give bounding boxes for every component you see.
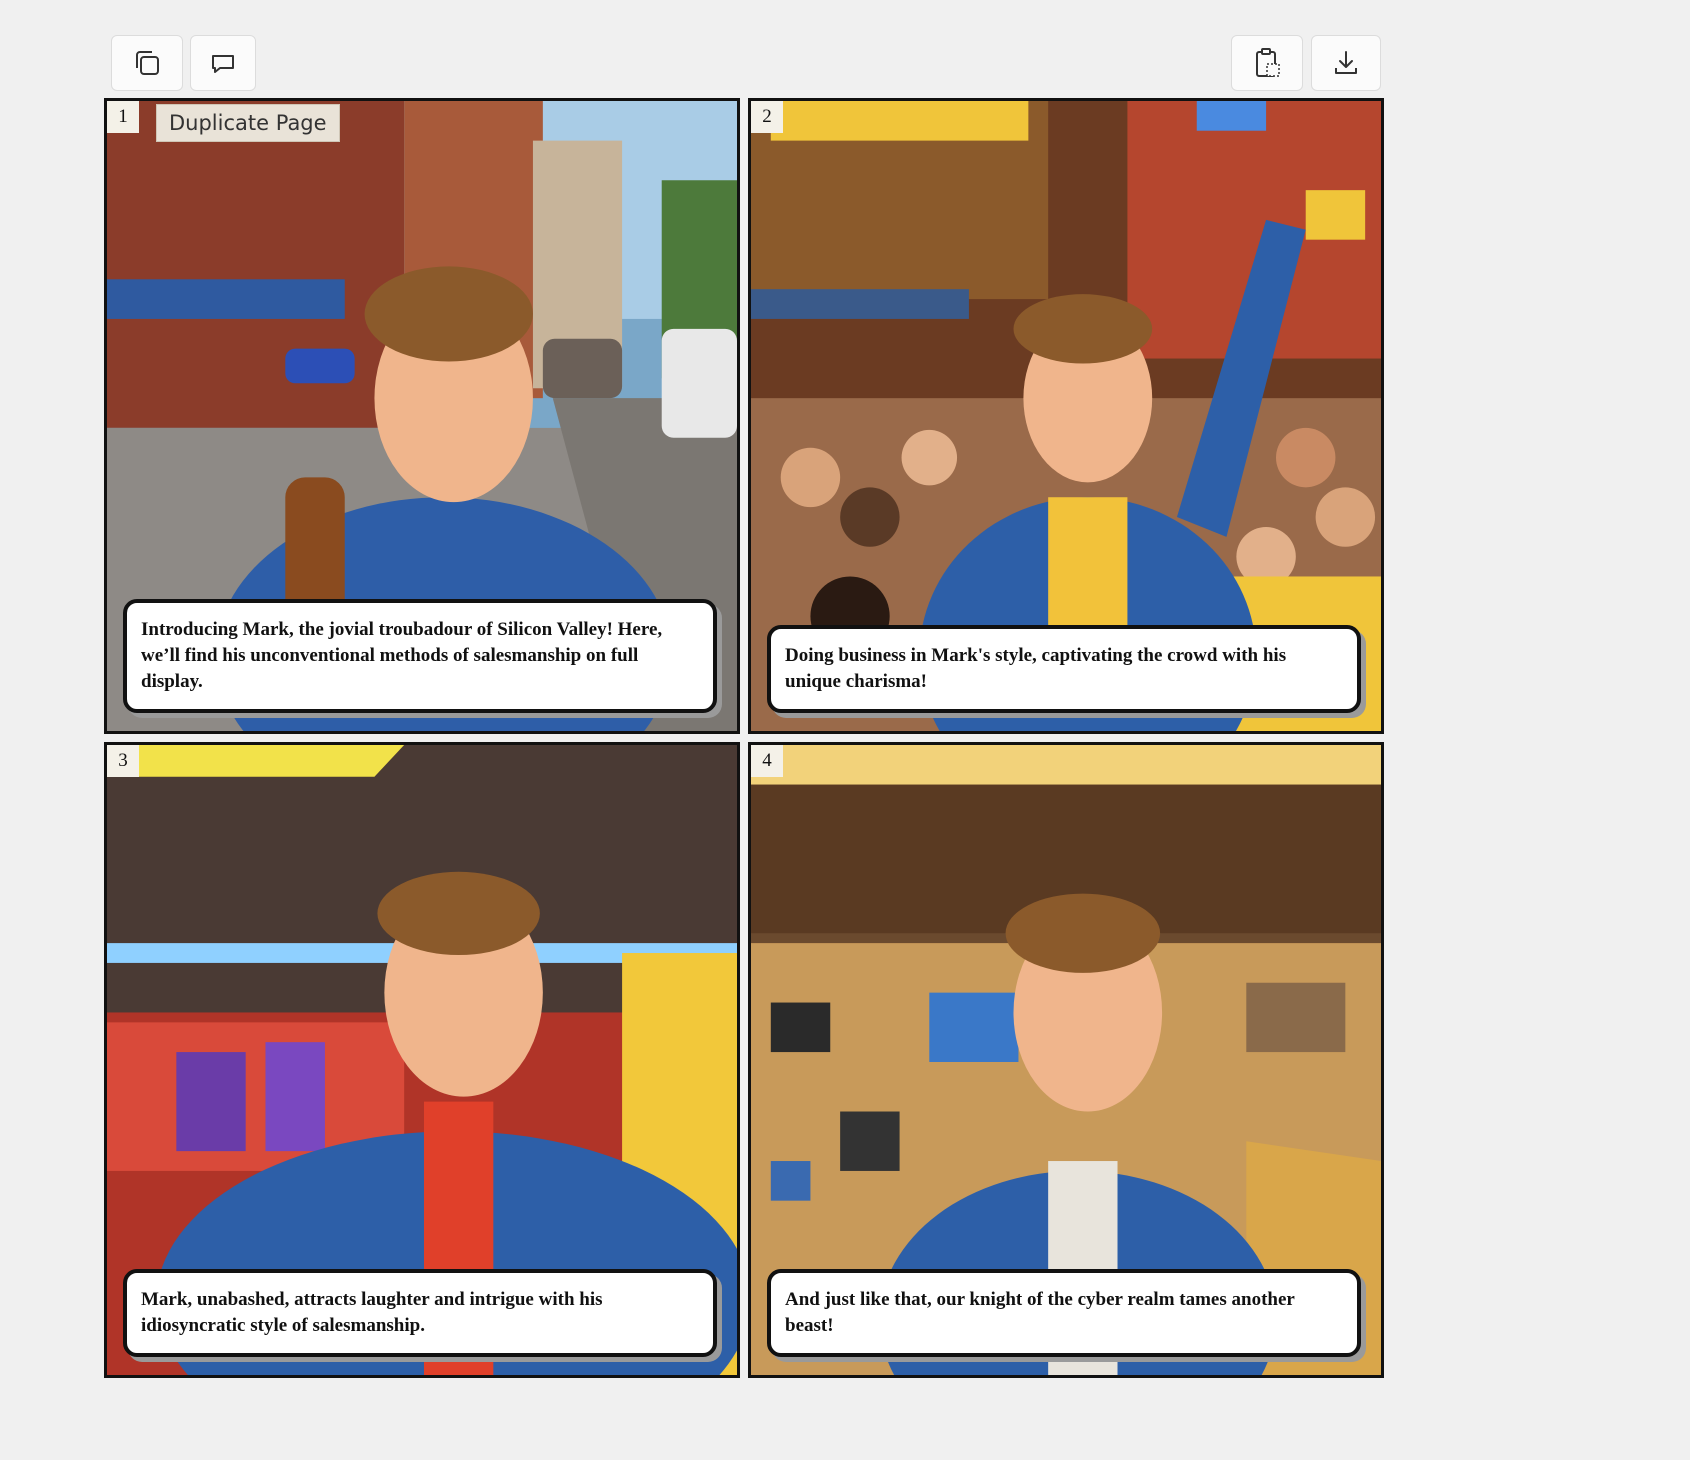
panel-number: 2 (751, 101, 783, 133)
comic-panel-3[interactable]: 3 Mark, unabashed, attracts laughter and… (104, 742, 740, 1378)
panel-caption[interactable]: Doing business in Mark's style, captivat… (767, 625, 1361, 713)
comic-panel-1[interactable]: 1 Introducing Mark, the jovial troubadou… (104, 98, 740, 734)
panel-caption[interactable]: Mark, unabashed, attracts laughter and i… (123, 1269, 717, 1357)
panel-number: 4 (751, 745, 783, 777)
panel-number: 3 (107, 745, 139, 777)
download-button[interactable] (1311, 35, 1381, 91)
panel-number: 1 (107, 101, 139, 133)
comment-icon (212, 55, 234, 73)
clipboard-icon (1256, 48, 1280, 77)
copy-to-clipboard-button[interactable] (1231, 35, 1303, 91)
panel-caption[interactable]: Introducing Mark, the jovial troubadour … (123, 599, 717, 713)
comment-button[interactable] (190, 35, 256, 91)
duplicate-page-button[interactable] (111, 35, 183, 91)
duplicate-page-tooltip: Duplicate Page (156, 104, 340, 142)
comic-panel-2[interactable]: 2 Doing business in Mark's style, captiv… (748, 98, 1384, 734)
duplicate-icon (136, 51, 159, 75)
panel-caption[interactable]: And just like that, our knight of the cy… (767, 1269, 1361, 1357)
download-icon (1335, 51, 1357, 74)
comic-panel-4[interactable]: 4 And just like that, our knight of the … (748, 742, 1384, 1378)
